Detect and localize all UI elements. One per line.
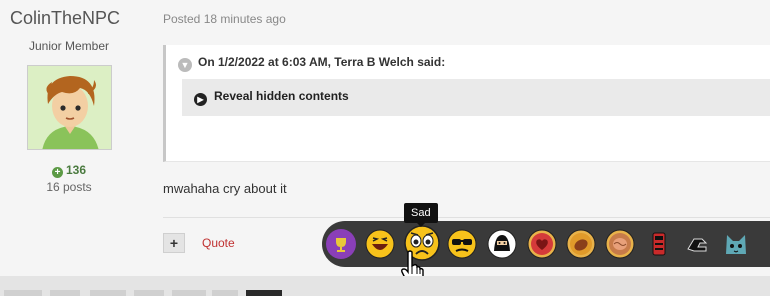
pagination-item[interactable] [134, 290, 164, 296]
cat-icon [722, 230, 750, 258]
pagination-item-active[interactable] [246, 290, 282, 296]
trophy-reaction[interactable] [326, 229, 356, 259]
reputation-count: 136 [65, 163, 87, 177]
spoiler-block[interactable]: ▶ Reveal hidden contents [182, 79, 770, 116]
ninja-reaction[interactable] [487, 229, 517, 259]
author-username[interactable]: ColinTheNPC [10, 8, 120, 29]
sunglasses-icon [447, 229, 477, 259]
author-panel: ColinTheNPC Junior Member +136 16 posts [0, 0, 150, 200]
door-icon [645, 230, 673, 258]
spoiler-label-text: Reveal hidden contents [214, 89, 349, 103]
pagination-item[interactable] [90, 290, 126, 296]
heart-reaction[interactable] [527, 229, 557, 259]
sunglasses-reaction[interactable] [447, 229, 477, 259]
reputation-plus-icon: + [51, 167, 63, 178]
quote-button[interactable]: Quote [202, 236, 235, 250]
ninja-icon [487, 229, 517, 259]
pagination-item[interactable] [172, 290, 206, 296]
laugh-reaction[interactable] [365, 229, 395, 259]
quote-header: ▼ On 1/2/2022 at 6:03 AM, Terra B Welch s… [178, 55, 445, 72]
brain-icon [605, 229, 635, 259]
arm-reaction[interactable] [682, 229, 712, 259]
laugh-icon [365, 229, 395, 259]
reputation-badge: +136 [0, 163, 138, 178]
quote-header-text: On 1/2/2022 at 6:03 AM, Terra B Welch sa… [198, 55, 446, 69]
spoiler-toggle[interactable]: ▶ Reveal hidden contents [194, 89, 349, 106]
reaction-tooltip: Sad [404, 203, 438, 227]
chevron-right-icon: ▶ [194, 93, 207, 106]
fruit-reaction[interactable] [566, 229, 596, 259]
pagination-item[interactable] [4, 290, 42, 296]
avatar-image [28, 66, 111, 149]
heart-icon [527, 229, 557, 259]
divider [163, 217, 770, 218]
quote-block: ▼ On 1/2/2022 at 6:03 AM, Terra B Welch s… [163, 45, 770, 162]
fruit-icon [566, 229, 596, 259]
pagination-item[interactable] [50, 290, 80, 296]
post-count: 16 posts [46, 180, 92, 194]
pagination-item[interactable] [212, 290, 238, 296]
author-rank: Junior Member [28, 39, 110, 53]
door-reaction[interactable] [644, 229, 674, 259]
post-timestamp[interactable]: Posted 18 minutes ago [163, 12, 286, 26]
cat-reaction[interactable] [721, 229, 751, 259]
multiquote-add-button[interactable]: + [163, 233, 185, 253]
brain-reaction[interactable] [605, 229, 635, 259]
avatar[interactable] [27, 65, 112, 150]
trophy-icon [327, 230, 355, 258]
reaction-bar [322, 221, 770, 267]
forum-post: ColinTheNPC Junior Member +136 16 posts … [0, 0, 770, 285]
arm-icon [683, 230, 711, 258]
chevron-down-icon[interactable]: ▼ [178, 58, 192, 72]
post-body: mwahaha cry about it [163, 181, 287, 196]
